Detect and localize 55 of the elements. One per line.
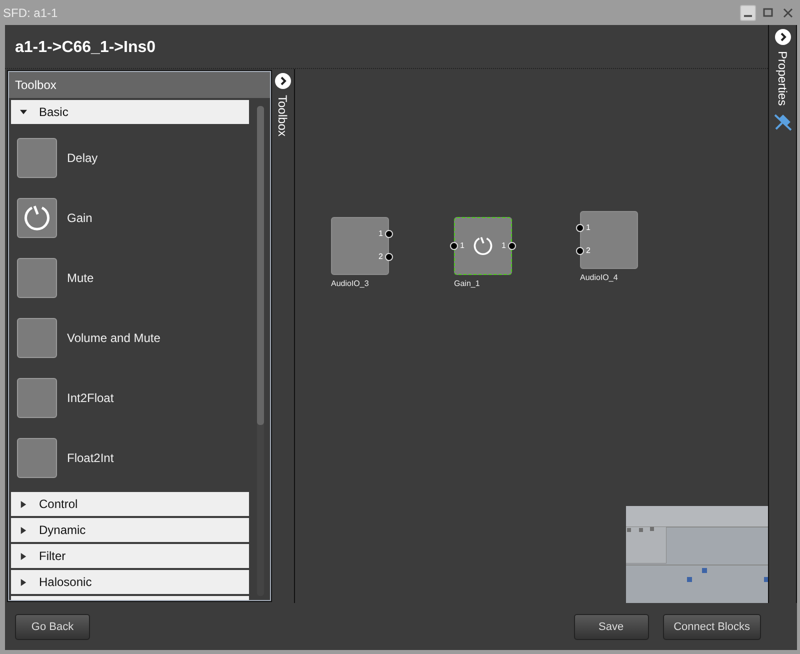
- action-button[interactable]: Connect Blocks: [662, 614, 761, 640]
- breadcrumb: a1-1->C66_1->Ins0: [15, 39, 156, 58]
- block-name: Gain_1: [454, 279, 481, 288]
- block-tile[interactable]: [17, 198, 57, 238]
- category-header[interactable]: Halosonic: [11, 570, 249, 594]
- back-button[interactable]: Go Back: [15, 614, 90, 640]
- scrollbar[interactable]: [257, 106, 264, 596]
- port-number: 2: [378, 252, 383, 261]
- minimize-button[interactable]: [740, 4, 756, 20]
- block-name: AudioIO_4: [580, 273, 619, 282]
- block-tile[interactable]: [17, 138, 57, 178]
- properties-tab[interactable]: Properties: [776, 51, 790, 106]
- pin-icon[interactable]: [772, 112, 792, 132]
- expand-icon[interactable]: [274, 73, 290, 89]
- close-icon: [783, 8, 793, 18]
- block-tile[interactable]: [17, 378, 57, 418]
- expand-icon[interactable]: [774, 29, 790, 45]
- input-port[interactable]: [576, 224, 584, 232]
- block-label: Gain: [67, 211, 92, 225]
- block-label: Delay: [67, 151, 98, 165]
- expand-arrow-icon[interactable]: [20, 578, 27, 586]
- block-name: AudioIO_3: [331, 279, 370, 288]
- minimize-icon: [744, 14, 752, 16]
- input-port[interactable]: [450, 242, 458, 250]
- action-button[interactable]: Save: [574, 614, 649, 640]
- category-header[interactable]: Basic: [11, 100, 249, 124]
- block-tile[interactable]: [17, 258, 57, 298]
- expand-arrow-icon[interactable]: [20, 552, 27, 560]
- expand-arrow-icon[interactable]: [20, 526, 27, 534]
- knob-icon: [22, 203, 52, 233]
- toolbox-tab[interactable]: Toolbox: [276, 95, 290, 136]
- input-port[interactable]: [576, 246, 584, 254]
- expand-arrow-icon[interactable]: [20, 500, 27, 508]
- port-number: 1: [378, 229, 383, 238]
- port-number: 1: [460, 241, 464, 250]
- category-header[interactable]: Dynamic: [11, 518, 249, 542]
- output-port[interactable]: [385, 230, 393, 238]
- category-header[interactable]: Filter: [11, 544, 249, 568]
- block-tile[interactable]: [17, 438, 57, 478]
- block-label: Int2Float: [67, 391, 114, 405]
- port-number: 1: [502, 241, 506, 250]
- output-port[interactable]: [508, 242, 516, 250]
- block-tile[interactable]: [17, 318, 57, 358]
- port-number: 2: [586, 246, 590, 255]
- window-title: SFD: a1-1: [3, 6, 58, 20]
- block-label: Float2Int: [67, 451, 114, 465]
- toolbox-title: Toolbox: [9, 72, 270, 100]
- port-number: 1: [586, 223, 590, 232]
- block-label: Volume and Mute: [67, 331, 160, 345]
- block-label: Mute: [67, 271, 94, 285]
- maximize-icon: [763, 8, 773, 18]
- output-port[interactable]: [385, 252, 393, 260]
- category-header[interactable]: Control: [11, 492, 249, 516]
- collapse-arrow-icon[interactable]: [20, 108, 27, 116]
- knob-icon: [472, 235, 494, 257]
